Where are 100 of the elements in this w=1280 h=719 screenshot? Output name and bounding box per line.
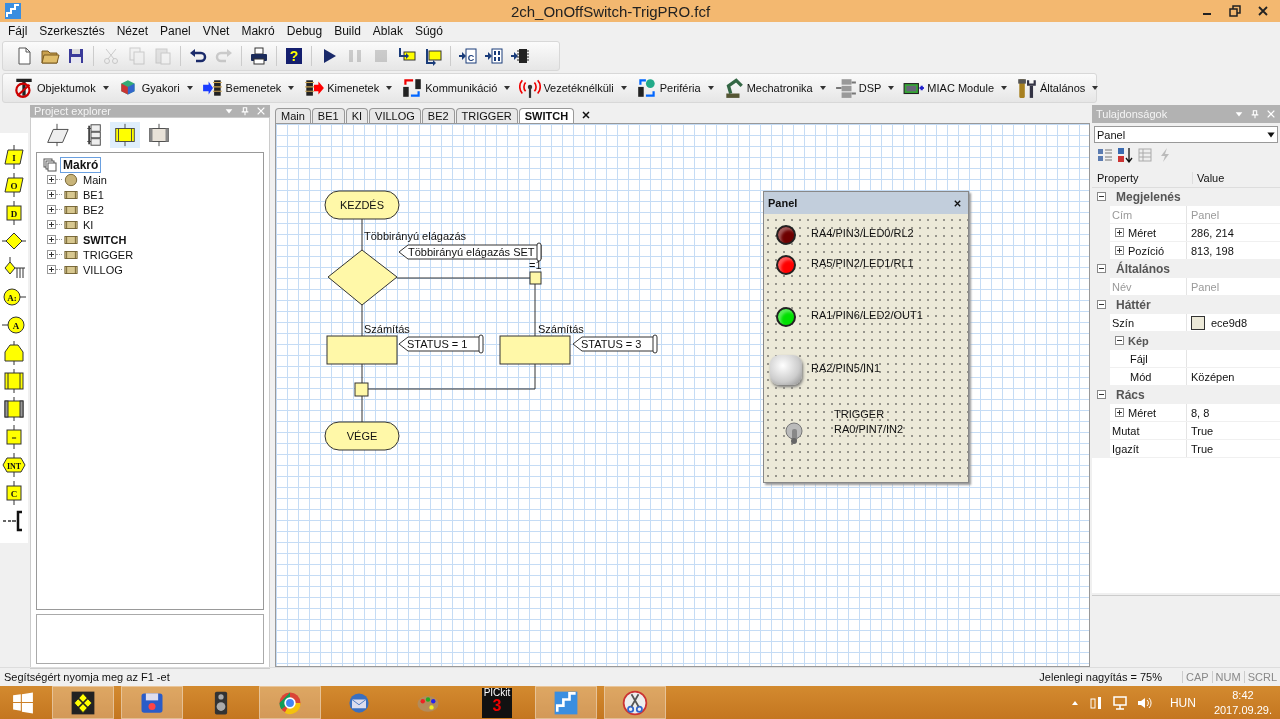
document-tab[interactable]: SWITCH	[518, 108, 575, 123]
scissors-icon	[101, 46, 121, 66]
category-label: Háttér	[1116, 297, 1151, 312]
switch-tool-icon[interactable]	[2, 257, 26, 281]
menu-item[interactable]: Build	[328, 24, 367, 38]
macros-view-tab[interactable]	[110, 122, 140, 148]
menu-item[interactable]: Panel	[154, 24, 197, 38]
property-row[interactable]: Szín ece9d8	[1092, 314, 1280, 332]
menu-item[interactable]: Súgó	[408, 24, 449, 38]
component-menu-button[interactable]: Vezetéknélküli	[517, 76, 630, 100]
document-tab[interactable]: TRIGGER	[455, 108, 518, 123]
start-icon[interactable]	[12, 691, 34, 714]
property-row[interactable]: Méret 286, 214	[1092, 224, 1280, 242]
menu-item[interactable]: Fájl	[2, 24, 34, 38]
globe-arrows-icon	[635, 77, 658, 99]
document-tab[interactable]: Main	[275, 108, 311, 123]
category-row[interactable]: Rács	[1092, 386, 1280, 404]
expand-icon[interactable]	[1115, 408, 1124, 417]
document-tab[interactable]: KI	[345, 108, 369, 123]
taskbar-app[interactable]: PICkit 3	[466, 686, 528, 719]
property-row[interactable]: Igazít True	[1092, 440, 1280, 458]
property-value[interactable]: 286, 214	[1191, 226, 1234, 239]
property-value[interactable]: True	[1191, 442, 1214, 455]
menu-item[interactable]: Makró	[235, 24, 281, 38]
component-menu-button[interactable]: Kommunikáció	[399, 76, 514, 100]
property-row[interactable]: Pozíció 813, 198	[1092, 242, 1280, 260]
component-menu-button[interactable]: MIAC Module	[901, 76, 1010, 100]
collapse-icon[interactable]	[1097, 300, 1106, 309]
comment-callout: STATUS = 3	[572, 334, 658, 354]
close-tab-icon[interactable]	[581, 110, 592, 120]
property-value[interactable]: 813, 198	[1191, 244, 1234, 257]
expand-icon[interactable]	[47, 175, 56, 184]
category-row[interactable]: Háttér	[1092, 296, 1280, 314]
panel-title: Tulajdonságok	[1096, 108, 1169, 120]
expand-icon[interactable]	[47, 250, 56, 259]
component-menu-button[interactable]: Mechatronika	[720, 76, 829, 100]
category-row[interactable]: Kép	[1092, 332, 1280, 350]
color-swatch[interactable]	[1191, 315, 1205, 330]
component-menu-button[interactable]: Bemenetek	[199, 76, 298, 100]
expand-icon[interactable]	[47, 190, 56, 199]
category-row[interactable]: Általános	[1092, 260, 1280, 278]
menu-item[interactable]: Ablak	[366, 24, 409, 38]
component-menu-button[interactable]: Általános	[1014, 76, 1102, 100]
network-icon[interactable]	[1111, 694, 1128, 711]
property-value[interactable]: ece9d8	[1211, 316, 1248, 329]
property-value[interactable]: 8, 8	[1191, 406, 1210, 419]
component-menu-button[interactable]: Kimenetek	[301, 76, 396, 100]
expand-icon[interactable]	[47, 220, 56, 229]
property-row[interactable]: Fájl	[1092, 350, 1280, 368]
component-menu-button[interactable]: DSP	[832, 76, 898, 100]
menu-item[interactable]: Szerkesztés	[33, 24, 111, 38]
menu-item[interactable]: Nézet	[110, 24, 155, 38]
tree-root-item[interactable]: Makró	[61, 157, 101, 172]
category-row[interactable]: Megjelenés	[1092, 188, 1280, 206]
tree-item[interactable]: SWITCH	[83, 233, 127, 246]
collapse-icon[interactable]	[1097, 192, 1106, 201]
expand-icon[interactable]	[47, 265, 56, 274]
tree-item[interactable]: KI	[83, 218, 94, 231]
menu-item[interactable]: VNet	[196, 24, 236, 38]
connector-line	[361, 395, 363, 423]
tree-item[interactable]: Main	[83, 173, 107, 186]
restore-icon[interactable]	[1228, 4, 1242, 18]
expand-icon[interactable]	[1115, 228, 1124, 237]
document-tab[interactable]: VILLOG	[369, 108, 421, 123]
property-value[interactable]: True	[1191, 424, 1214, 437]
property-value[interactable]: Középen	[1191, 370, 1235, 383]
object-dropdown[interactable]: Panel	[1094, 126, 1278, 143]
property-row[interactable]: Méret 8, 8	[1092, 404, 1280, 422]
component-label: RA1/PIN6/LED2/OUT1	[811, 309, 923, 321]
collapse-icon[interactable]	[1097, 390, 1106, 399]
categorized-icon[interactable]	[1097, 147, 1113, 163]
clipboard-icon	[153, 46, 173, 66]
menu-item[interactable]: Debug	[280, 24, 329, 38]
tree-item[interactable]: BE1	[83, 188, 104, 201]
document-tab[interactable]: BE2	[421, 108, 455, 123]
document-tab[interactable]: BE1	[311, 108, 345, 123]
close-icon[interactable]	[953, 198, 962, 208]
loop-tool-icon[interactable]	[2, 341, 26, 365]
taskbar-app[interactable]	[52, 686, 114, 719]
collapse-icon[interactable]	[1115, 336, 1124, 345]
component-menu-button[interactable]: Objektumok	[11, 76, 112, 100]
expand-icon[interactable]	[1115, 246, 1124, 255]
expand-icon[interactable]	[47, 205, 56, 214]
expand-icon[interactable]	[47, 235, 56, 244]
tree-item[interactable]: TRIGGER	[83, 248, 134, 261]
component-macro-tool-icon[interactable]	[2, 397, 26, 421]
macro-tool-icon[interactable]	[2, 369, 26, 393]
close-icon[interactable]	[1256, 4, 1270, 18]
tree-item[interactable]: BE2	[83, 203, 104, 216]
property-name: Igazít	[1112, 442, 1139, 455]
property-row[interactable]: Mutat True	[1092, 422, 1280, 440]
step-over-icon	[423, 46, 443, 66]
sort-az-icon[interactable]	[1117, 147, 1133, 163]
category-label: Megjelenés	[1116, 189, 1181, 204]
property-row[interactable]: Mód Középen	[1092, 368, 1280, 386]
tree-item[interactable]: VILLOG	[83, 263, 123, 276]
component-menu-button[interactable]: Gyakori	[115, 76, 196, 100]
component-menu-button[interactable]: Periféria	[633, 76, 717, 100]
exchange-arrows-icon	[401, 77, 424, 99]
collapse-icon[interactable]	[1097, 264, 1106, 273]
